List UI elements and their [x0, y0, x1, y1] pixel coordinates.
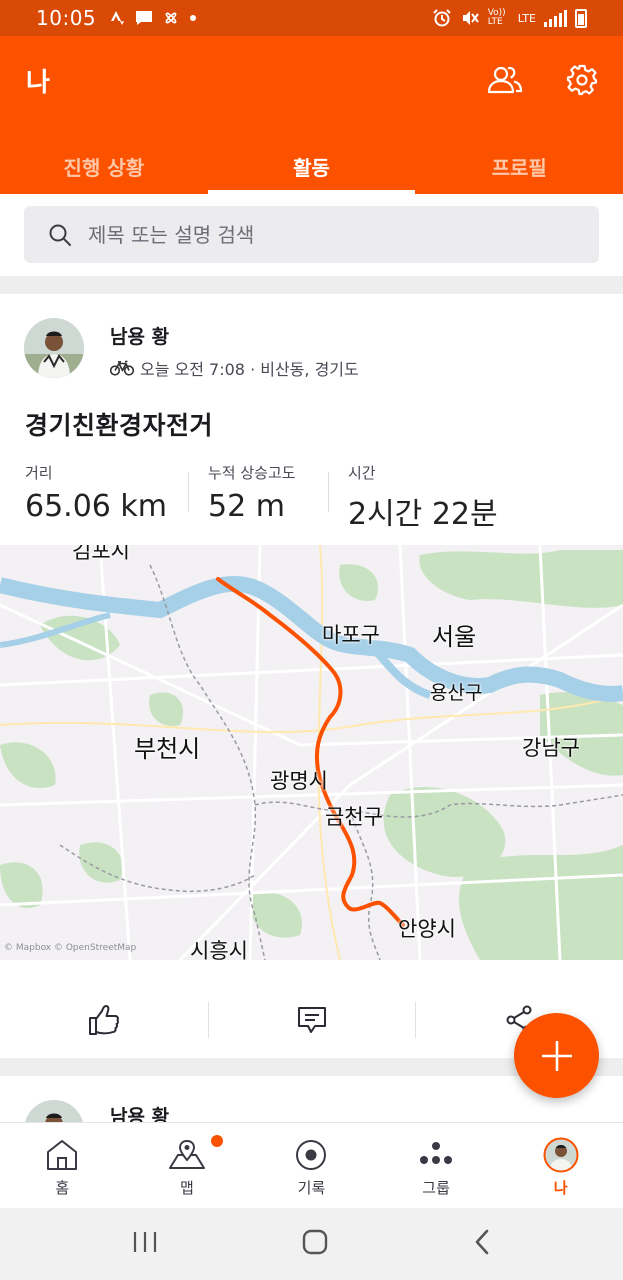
stat-value: 52 m: [208, 489, 285, 524]
nav-label: 맵: [179, 1179, 194, 1197]
app-bar: 나 진행 상황 활동 프로필: [0, 36, 623, 194]
search-icon: [49, 224, 71, 246]
gear-icon: [566, 64, 598, 96]
tab-label: 진행 상황: [63, 155, 145, 180]
activity-meta: 오늘 오전 7:08 · 비산동, 경기도: [110, 356, 359, 380]
system-navigation-bar: [0, 1208, 623, 1280]
activity-title[interactable]: 경기친환경자전거: [25, 406, 213, 442]
strava-notification-icon: [111, 11, 125, 25]
groups-icon: [420, 1142, 453, 1164]
search-input[interactable]: [88, 222, 528, 247]
stat-divider: [328, 472, 329, 512]
nav-home[interactable]: 홈: [0, 1123, 125, 1208]
map-label-bucheon: 부천시: [134, 735, 201, 763]
activity-card[interactable]: 남용 황 오늘 오전 7:08 · 비산동, 경기도 경기친환경자전거 거리 6…: [0, 294, 623, 1058]
search-box[interactable]: [24, 206, 599, 263]
nav-you[interactable]: 나: [498, 1123, 623, 1208]
activity-date-location: 오늘 오전 7:08 · 비산동, 경기도: [140, 360, 359, 379]
plus-icon: [541, 1040, 572, 1071]
nav-map[interactable]: 맵: [125, 1123, 250, 1208]
nav-label: 홈: [55, 1179, 70, 1197]
stat-distance: 거리 65.06 km: [25, 462, 167, 524]
map-label-siheung: 시흥시: [190, 939, 248, 960]
map-attribution[interactable]: © Mapbox © OpenStreetMap: [4, 943, 136, 953]
bike-icon: [110, 360, 134, 376]
page-title: 나: [26, 68, 50, 98]
back-button[interactable]: [472, 1228, 492, 1260]
nav-groups[interactable]: 그룹: [374, 1123, 499, 1208]
athlete-photo: [24, 318, 84, 378]
more-notifications-dot-icon: [190, 15, 197, 21]
add-activity-button[interactable]: [514, 1013, 599, 1098]
tab-label: 활동: [293, 155, 330, 180]
tab-profile[interactable]: 프로필: [415, 138, 623, 194]
nav-label: 나: [553, 1179, 568, 1197]
map-icon: [168, 1139, 205, 1169]
home-icon: [47, 1140, 78, 1170]
stat-elevation-gain: 누적 상승고도 52 m: [208, 462, 296, 524]
recent-apps-button[interactable]: [132, 1230, 158, 1258]
fan-notification-icon: [165, 12, 177, 24]
find-friends-button[interactable]: [483, 58, 527, 102]
settings-button[interactable]: [560, 58, 604, 102]
profile-avatar: [543, 1137, 579, 1173]
tab-progress[interactable]: 진행 상황: [0, 138, 208, 194]
tab-label: 프로필: [491, 155, 547, 180]
battery-icon: [575, 8, 587, 28]
search-section: [0, 194, 623, 276]
signal-strength-icon: [544, 9, 567, 27]
alarm-icon: [432, 9, 451, 27]
map-label-gimpo: 김포시: [72, 545, 130, 563]
tab-bar: 진행 상황 활동 프로필: [0, 138, 623, 194]
stat-label: 시간: [348, 464, 376, 482]
status-time: 10:05: [36, 6, 97, 30]
network-type: LTE: [517, 11, 536, 25]
map-label-seoul: 서울: [432, 623, 477, 651]
nav-label: 그룹: [422, 1179, 450, 1197]
stat-value: 2시간 22분: [348, 497, 498, 532]
stat-value: 65.06 km: [25, 489, 168, 524]
stat-label: 누적 상승고도: [208, 464, 296, 482]
map-notification-dot: [210, 1135, 223, 1147]
kudos-button[interactable]: [0, 984, 208, 1056]
mute-icon: [462, 11, 479, 25]
nav-label: 기록: [297, 1179, 326, 1197]
comment-icon: [297, 1007, 326, 1033]
nav-record[interactable]: 기록: [249, 1123, 374, 1208]
bottom-navigation: 홈 맵 기록 그룹 나: [0, 1122, 623, 1208]
status-notification-icons: [110, 9, 197, 27]
map-label-mapo: 마포구: [322, 623, 380, 647]
athlete-name[interactable]: 남용 황: [110, 322, 169, 349]
message-notification-icon: [136, 11, 153, 25]
stat-label: 거리: [25, 464, 53, 482]
athlete-avatar[interactable]: [24, 318, 84, 378]
map-label-anyang: 안양시: [398, 917, 456, 941]
record-icon: [296, 1140, 327, 1170]
back-chevron-icon: [475, 1229, 488, 1255]
comment-button[interactable]: [207, 984, 416, 1056]
map-label-gangnam: 강남구: [522, 736, 580, 760]
map-label-geumcheon: 금천구: [325, 805, 383, 829]
map-label-yongsan: 용산구: [430, 682, 483, 704]
status-bar: 10:05 Vo)) LTE LTE: [0, 0, 623, 36]
home-system-button[interactable]: [301, 1228, 329, 1260]
stat-divider: [188, 472, 189, 512]
people-icon: [487, 66, 523, 94]
map-label-gwangmyeong: 광명시: [270, 769, 328, 793]
stat-moving-time: 시간 2시간 22분: [348, 462, 498, 533]
status-system-icons: Vo)) LTE LTE: [432, 8, 587, 28]
thumbs-up-icon: [88, 1005, 119, 1035]
home-circle-icon: [302, 1229, 327, 1255]
volte-indicator: Vo)) LTE: [487, 8, 506, 27]
route-map[interactable]: 김포시 마포구 서울 용산구 부천시 강남구 광명시 금천구 안양시 시흥시 ©…: [0, 545, 623, 960]
tab-activities[interactable]: 활동: [207, 138, 416, 194]
recent-apps-icon: [133, 1232, 156, 1252]
